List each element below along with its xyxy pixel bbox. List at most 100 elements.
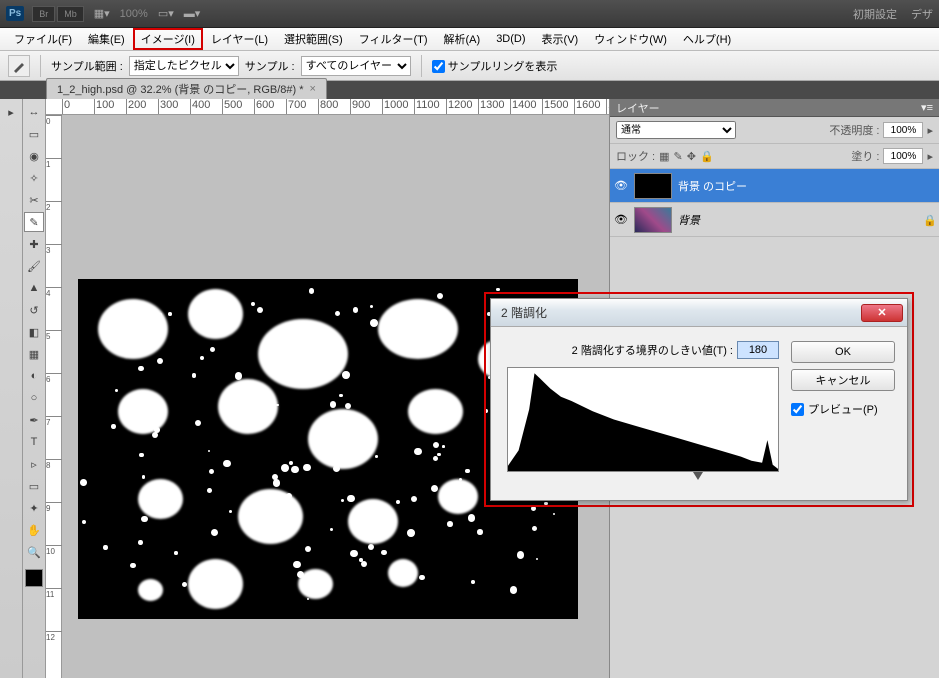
layer-row[interactable]: 👁 背景 🔒 <box>610 203 939 237</box>
app-bar: Ps Br Mb ▦▾ 100% ▭▾ ▬▾ 初期設定 デザ <box>0 0 939 28</box>
toolbox: ↔ ▭ ◉ ✧ ✂ ✎ ✚ 🖌 ▲ ↺ ◧ ▦ ◐ ○ ✒ T ▹ ▭ ✦ ✋ … <box>23 99 46 678</box>
threshold-dialog-highlight: 2 階調化 ✕ 2 階調化する境界のしきい値(T) : OK キャンセル <box>484 292 914 507</box>
sample-size-label: サンプル範囲 : <box>51 58 123 74</box>
menu-file[interactable]: ファイル(F) <box>6 28 80 50</box>
gradient-tool-icon[interactable]: ▦ <box>24 344 44 364</box>
ruler-vertical: 0123456789101112 <box>46 115 62 678</box>
threshold-slider-handle[interactable] <box>693 472 703 480</box>
threshold-slider[interactable] <box>507 472 779 484</box>
marquee-tool-icon[interactable]: ▭ <box>24 124 44 144</box>
brush-tool-icon[interactable]: 🖌 <box>24 256 44 276</box>
visibility-icon[interactable]: 👁 <box>614 179 628 193</box>
histogram-plot <box>508 368 778 471</box>
dialog-titlebar[interactable]: 2 階調化 ✕ <box>491 299 907 327</box>
eyedropper-tool-icon[interactable]: ✎ <box>24 212 44 232</box>
workspace-preset-default[interactable]: 初期設定 <box>853 6 897 22</box>
opacity-label: 不透明度 : <box>829 122 879 138</box>
show-ring-checkbox[interactable] <box>432 60 445 73</box>
menu-window[interactable]: ウィンドウ(W) <box>586 28 675 50</box>
blend-mode-select[interactable]: 通常 <box>616 121 736 139</box>
layer-name[interactable]: 背景 <box>678 212 700 228</box>
fill-stepper-icon[interactable]: ▸ <box>927 150 933 163</box>
3d-tool-icon[interactable]: ✦ <box>24 498 44 518</box>
ok-button[interactable]: OK <box>791 341 895 363</box>
menu-layer[interactable]: レイヤー(L) <box>203 28 276 50</box>
threshold-dialog: 2 階調化 ✕ 2 階調化する境界のしきい値(T) : OK キャンセル <box>490 298 908 501</box>
workspace-preset-design[interactable]: デザ <box>911 6 933 22</box>
close-tab-icon[interactable]: × <box>310 83 316 95</box>
layers-panel-title: レイヤー <box>616 100 660 116</box>
threshold-input[interactable] <box>737 341 779 359</box>
layer-name[interactable]: 背景 のコピー <box>678 178 747 194</box>
show-ring-label: サンプルリングを表示 <box>448 61 558 73</box>
pen-tool-icon[interactable]: ✒ <box>24 410 44 430</box>
opacity-input[interactable] <box>883 122 923 138</box>
lock-icon: 🔒 <box>923 214 935 226</box>
crop-tool-icon[interactable]: ✂ <box>24 190 44 210</box>
fill-label: 塗り : <box>851 148 879 164</box>
menu-image[interactable]: イメージ(I) <box>133 28 203 50</box>
collapse-icon[interactable]: ▸ <box>1 102 21 122</box>
bridge-chip[interactable]: Br <box>32 6 55 22</box>
menu-filter[interactable]: フィルター(T) <box>351 28 436 50</box>
opacity-stepper-icon[interactable]: ▸ <box>927 124 933 137</box>
preview-checkbox-label[interactable]: プレビュー(P) <box>791 401 895 417</box>
zoom-tool-icon[interactable]: 🔍 <box>24 542 44 562</box>
eyedropper-icon[interactable] <box>8 55 30 77</box>
stamp-tool-icon[interactable]: ▲ <box>24 278 44 298</box>
dialog-close-button[interactable]: ✕ <box>861 304 903 322</box>
menu-analysis[interactable]: 解析(A) <box>436 28 489 50</box>
menu-edit[interactable]: 編集(E) <box>80 28 133 50</box>
layer-row[interactable]: 👁 背景 のコピー <box>610 169 939 203</box>
threshold-label: 2 階調化する境界のしきい値(T) : <box>572 342 733 358</box>
document-tab-title: 1_2_high.psd @ 32.2% (背景 のコピー, RGB/8#) * <box>57 81 304 97</box>
history-brush-icon[interactable]: ↺ <box>24 300 44 320</box>
menu-select[interactable]: 選択範囲(S) <box>276 28 351 50</box>
options-bar: サンプル範囲 : 指定したピクセル サンプル : すべてのレイヤー サンプルリン… <box>0 51 939 81</box>
cancel-button[interactable]: キャンセル <box>791 369 895 391</box>
menu-view[interactable]: 表示(V) <box>534 28 587 50</box>
eraser-tool-icon[interactable]: ◧ <box>24 322 44 342</box>
document-tab-strip: 1_2_high.psd @ 32.2% (背景 のコピー, RGB/8#) *… <box>0 81 939 99</box>
visibility-icon[interactable]: 👁 <box>614 213 628 227</box>
lock-pixels-icon[interactable]: ✎ <box>674 150 683 163</box>
lock-transparency-icon[interactable]: ▦ <box>659 150 669 163</box>
ps-logo: Ps <box>6 6 24 21</box>
type-tool-icon[interactable]: T <box>24 432 44 452</box>
panel-dock-strip: ▸ <box>0 99 23 678</box>
doc-layout-icon[interactable]: ▦▾ <box>94 7 110 20</box>
show-sampling-ring[interactable]: サンプルリングを表示 <box>432 58 558 74</box>
hand-tool-icon[interactable]: ✋ <box>24 520 44 540</box>
dodge-tool-icon[interactable]: ○ <box>24 388 44 408</box>
menu-help[interactable]: ヘルプ(H) <box>675 28 739 50</box>
document-tab[interactable]: 1_2_high.psd @ 32.2% (背景 のコピー, RGB/8#) *… <box>46 78 327 99</box>
foreground-swatch[interactable] <box>25 569 43 587</box>
preview-label: プレビュー(P) <box>808 401 878 417</box>
sample-size-select[interactable]: 指定したピクセル <box>129 56 239 76</box>
ruler-horizontal: 0100200300400500600700800900100011001200… <box>46 99 609 115</box>
path-tool-icon[interactable]: ▹ <box>24 454 44 474</box>
shape-tool-icon[interactable]: ▭ <box>24 476 44 496</box>
lasso-tool-icon[interactable]: ◉ <box>24 146 44 166</box>
wand-tool-icon[interactable]: ✧ <box>24 168 44 188</box>
menu-bar: ファイル(F) 編集(E) イメージ(I) レイヤー(L) 選択範囲(S) フィ… <box>0 28 939 51</box>
heal-tool-icon[interactable]: ✚ <box>24 234 44 254</box>
lock-position-icon[interactable]: ✥ <box>687 150 696 163</box>
screen-mode-icon[interactable]: ▬▾ <box>184 7 201 20</box>
hand-tool-icon[interactable]: ▭▾ <box>158 7 174 20</box>
layers-panel-tab[interactable]: レイヤー▾≡ <box>610 99 939 117</box>
lock-label: ロック : <box>616 148 655 164</box>
fill-input[interactable] <box>883 148 923 164</box>
menu-3d[interactable]: 3D(D) <box>488 30 533 48</box>
histogram <box>507 367 779 472</box>
lock-all-icon[interactable]: 🔒 <box>700 150 714 163</box>
move-tool-icon[interactable]: ↔ <box>24 102 44 122</box>
sample-layer-select[interactable]: すべてのレイヤー <box>301 56 411 76</box>
preview-checkbox[interactable] <box>791 403 804 416</box>
layer-thumbnail[interactable] <box>634 207 672 233</box>
blur-tool-icon[interactable]: ◐ <box>24 366 44 386</box>
zoom-display[interactable]: 100% <box>120 8 148 20</box>
minibridge-chip[interactable]: Mb <box>57 6 84 22</box>
dialog-title: 2 階調化 <box>501 304 547 321</box>
layer-thumbnail[interactable] <box>634 173 672 199</box>
